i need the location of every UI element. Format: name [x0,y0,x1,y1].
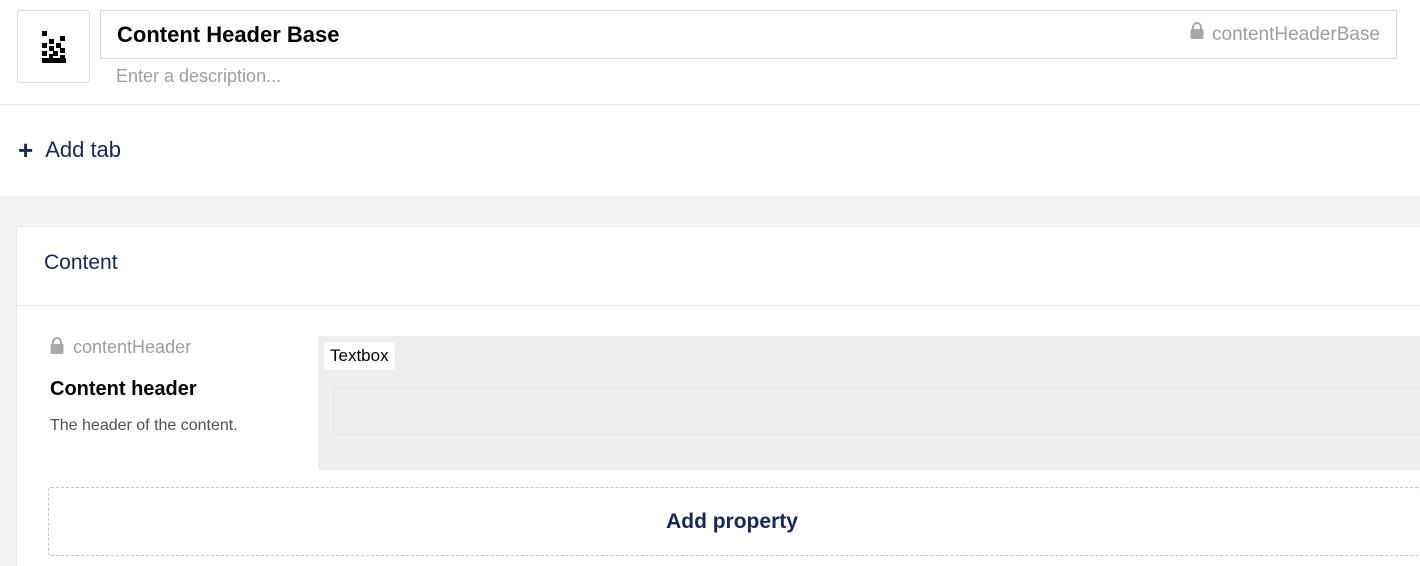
property-alias-text: contentHeader [73,337,192,357]
group-title[interactable]: Content [44,251,118,275]
description-input[interactable] [116,64,716,88]
document-icon [41,30,66,63]
add-tab-label: Add tab [45,137,122,162]
document-type-header: content Header Base [0,0,1420,105]
property-group: Content contentHeader Content header The… [16,226,1420,566]
textbox-preview [333,388,1420,435]
plus-icon: + [18,135,34,165]
group-header: Content [17,227,1420,306]
property-alias[interactable]: contentHeader [50,337,191,358]
alias-display[interactable]: contentHeaderBase [1190,11,1380,58]
property-label: Content header [50,378,197,400]
editor-type-tag: Textbox [324,342,395,370]
property-description: The header of the content. [50,417,238,434]
name-field: content Header Base [100,10,1397,59]
add-tab-button[interactable]: + Add tab [18,133,121,167]
property-editor-preview[interactable]: Textbox [318,336,1420,470]
lock-icon [1190,22,1204,39]
lock-icon [50,337,64,354]
add-property-label: Add property [666,509,798,533]
add-property-button[interactable]: Add property [48,487,1420,556]
name-input[interactable] [117,11,1017,58]
alias-text: contentHeaderBase [1212,24,1380,45]
document-type-icon-picker[interactable] [17,10,90,83]
